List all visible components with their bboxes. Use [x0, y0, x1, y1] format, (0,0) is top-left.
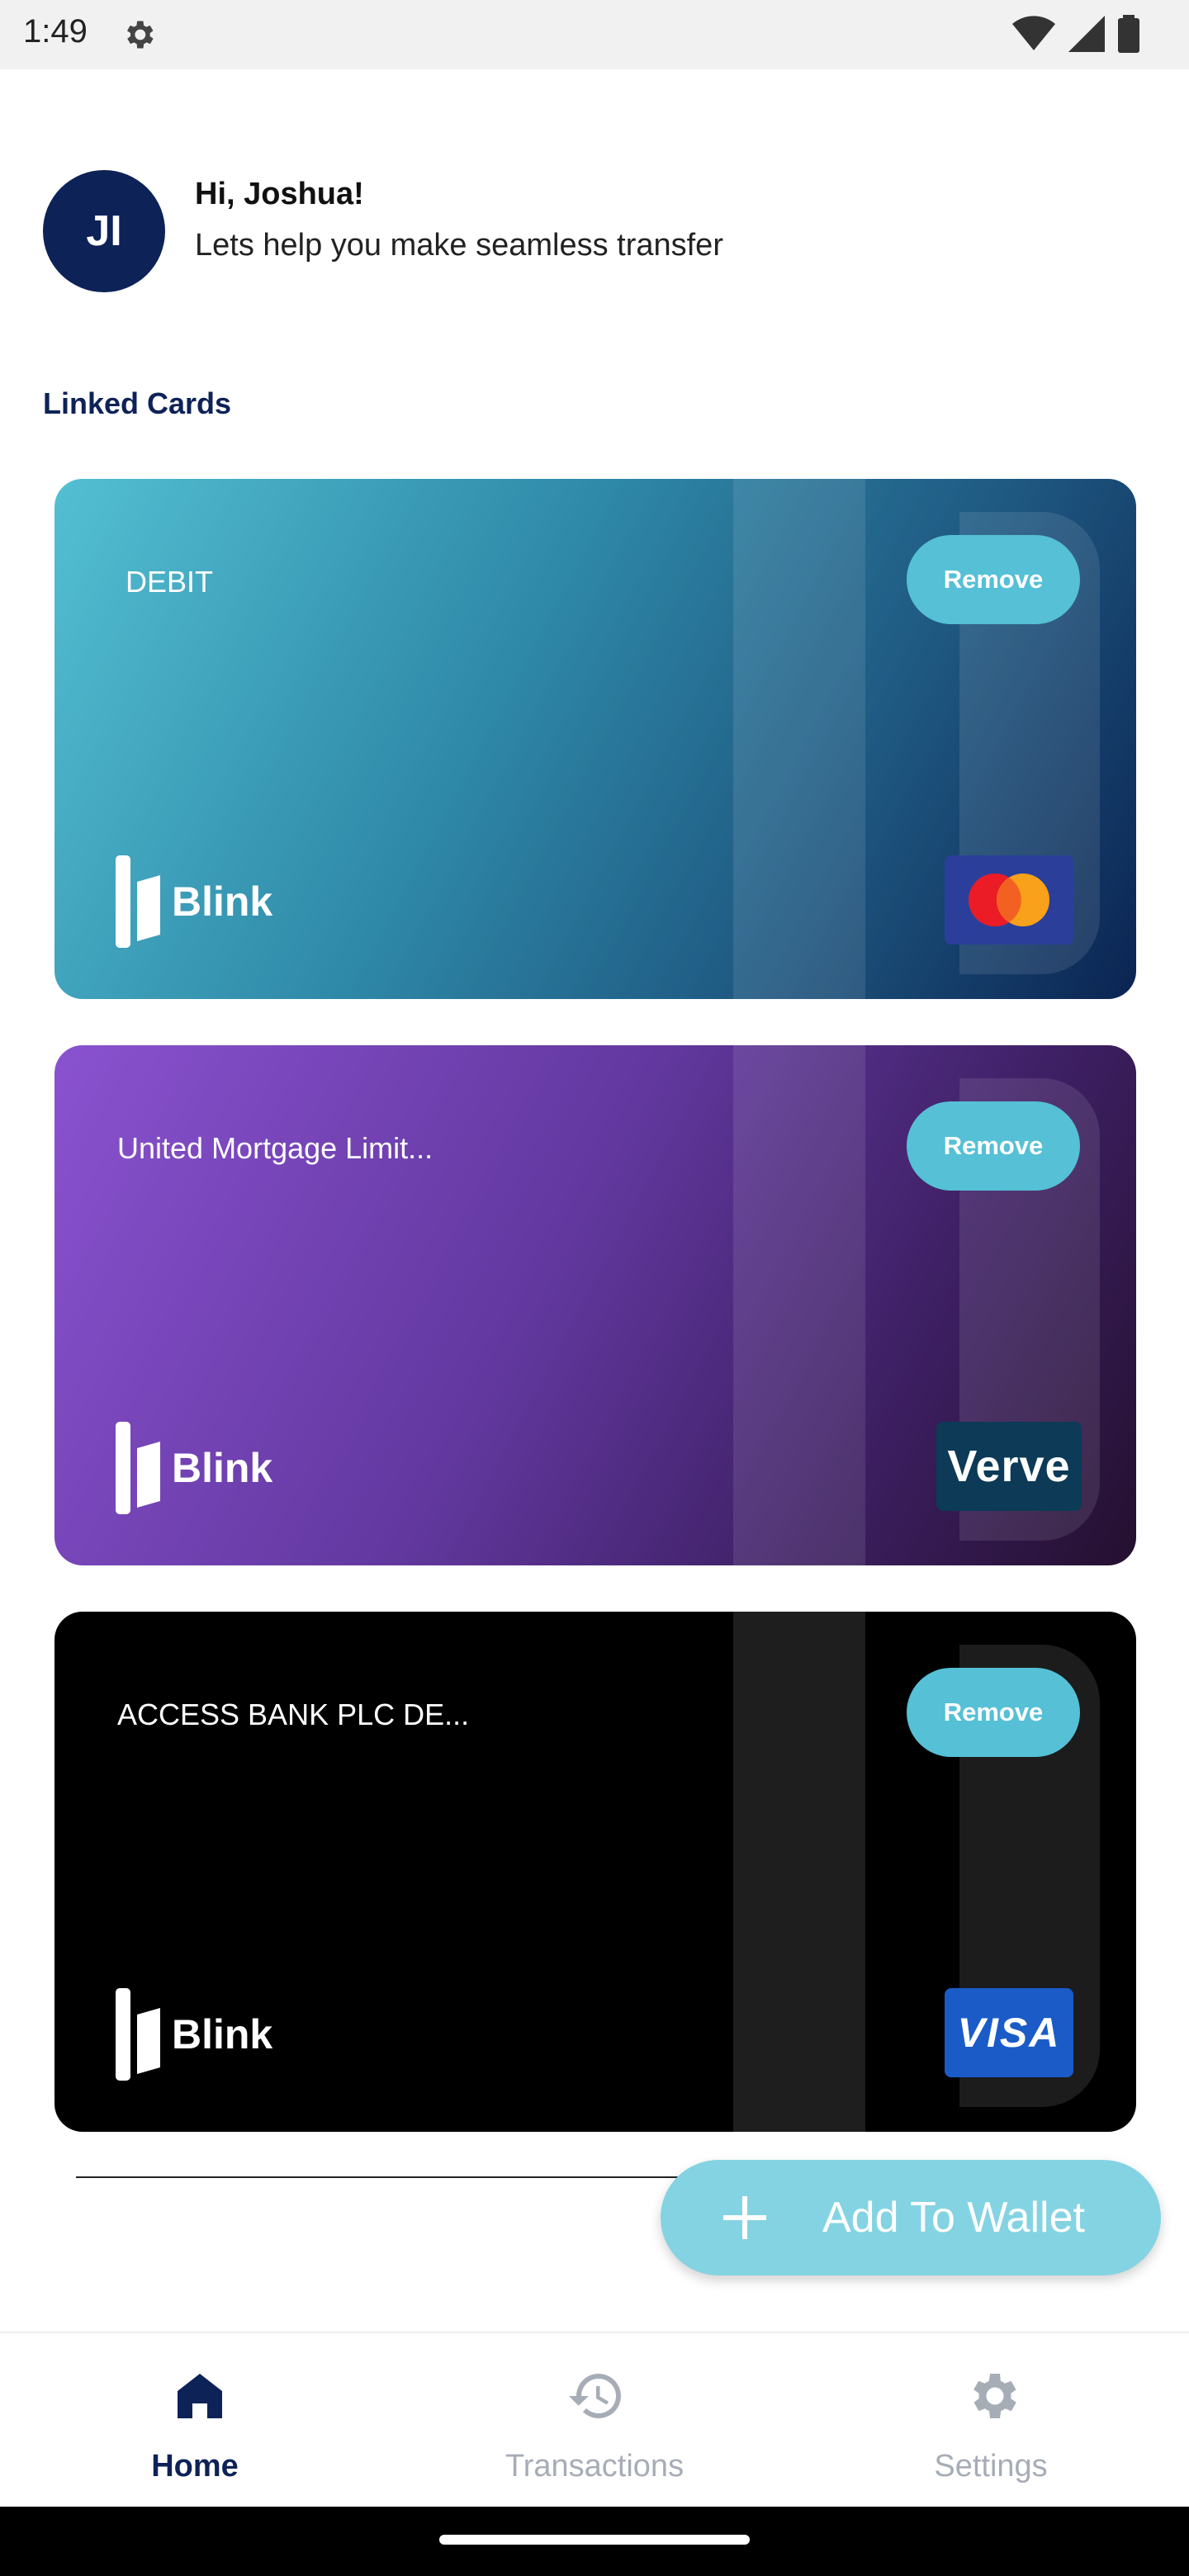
- blink-logo: Blink: [116, 855, 272, 948]
- status-icons: [1012, 15, 1139, 53]
- linked-cards-heading: Linked Cards: [43, 386, 232, 420]
- divider: [76, 2176, 703, 2178]
- gear-icon: [973, 2374, 1016, 2418]
- add-to-wallet-button[interactable]: Add To Wallet: [661, 2160, 1161, 2275]
- nav-item-transactions[interactable]: Transactions: [396, 2333, 793, 2508]
- verve-logo: Verve: [936, 1422, 1082, 1511]
- visa-logo: VISA: [945, 1988, 1073, 2077]
- card-decor-stripe: [733, 1612, 865, 2132]
- card-united-mortgage[interactable]: United Mortgage Limit... Remove Blink Ve…: [54, 1045, 1136, 1565]
- avatar[interactable]: JI: [43, 170, 165, 292]
- add-to-wallet-label: Add To Wallet: [822, 2194, 1085, 2242]
- blink-logo-text: Blink: [172, 2011, 273, 2057]
- wifi-icon: [1012, 16, 1055, 50]
- visa-logo-text: VISA: [957, 2010, 1061, 2056]
- home-gesture-handle[interactable]: [439, 2535, 750, 2545]
- remove-card-button[interactable]: Remove: [907, 1668, 1080, 1757]
- blink-logo: Blink: [116, 1988, 272, 2081]
- greeting-title: Hi, Joshua!: [195, 177, 364, 211]
- card-debit[interactable]: DEBIT Remove Blink: [54, 479, 1136, 999]
- nav-label-transactions: Transactions: [504, 2449, 685, 2484]
- history-icon: [569, 2374, 621, 2418]
- blink-logo-icon: [116, 855, 160, 948]
- blink-logo-icon: [116, 1422, 160, 1514]
- battery-icon: [1118, 15, 1139, 53]
- nav-item-settings[interactable]: Settings: [793, 2333, 1189, 2508]
- home-icon: [178, 2374, 222, 2418]
- blink-logo-text: Blink: [172, 878, 273, 925]
- settings-status-icon: [127, 21, 154, 49]
- status-time: 1:49: [23, 13, 88, 50]
- card-name: United Mortgage Limit...: [117, 1131, 433, 1165]
- greeting-subtitle: Lets help you make seamless transfer: [195, 228, 723, 263]
- mastercard-icon: [969, 874, 1049, 926]
- card-access-bank[interactable]: ACCESS BANK PLC DE... Remove Blink VISA: [54, 1612, 1136, 2132]
- status-bar: 1:49: [0, 0, 1189, 69]
- mastercard-logo: [945, 855, 1073, 945]
- plus-icon: [723, 2196, 766, 2239]
- nav-label-settings: Settings: [934, 2449, 1048, 2484]
- verve-logo-text: Verve: [947, 1442, 1071, 1491]
- blink-logo-text: Blink: [172, 1445, 273, 1491]
- nav-label-home: Home: [151, 2449, 239, 2484]
- system-gesture-bar: [0, 2507, 1189, 2576]
- card-decor-stripe: [733, 479, 865, 999]
- nav-item-home[interactable]: Home: [0, 2333, 396, 2508]
- blink-logo: Blink: [116, 1422, 272, 1514]
- bottom-navigation: Home Transactions Settings: [0, 2332, 1189, 2507]
- remove-card-button[interactable]: Remove: [907, 1101, 1080, 1191]
- card-decor-stripe: [733, 1045, 865, 1565]
- app-screen: 1:49 JI Hi, Joshua! Lets help you make s…: [0, 0, 1189, 2576]
- cellular-icon: [1068, 16, 1105, 52]
- blink-logo-icon: [116, 1988, 160, 2081]
- remove-card-button[interactable]: Remove: [907, 535, 1080, 624]
- card-name: DEBIT: [126, 565, 214, 599]
- card-name: ACCESS BANK PLC DE...: [117, 1698, 470, 1731]
